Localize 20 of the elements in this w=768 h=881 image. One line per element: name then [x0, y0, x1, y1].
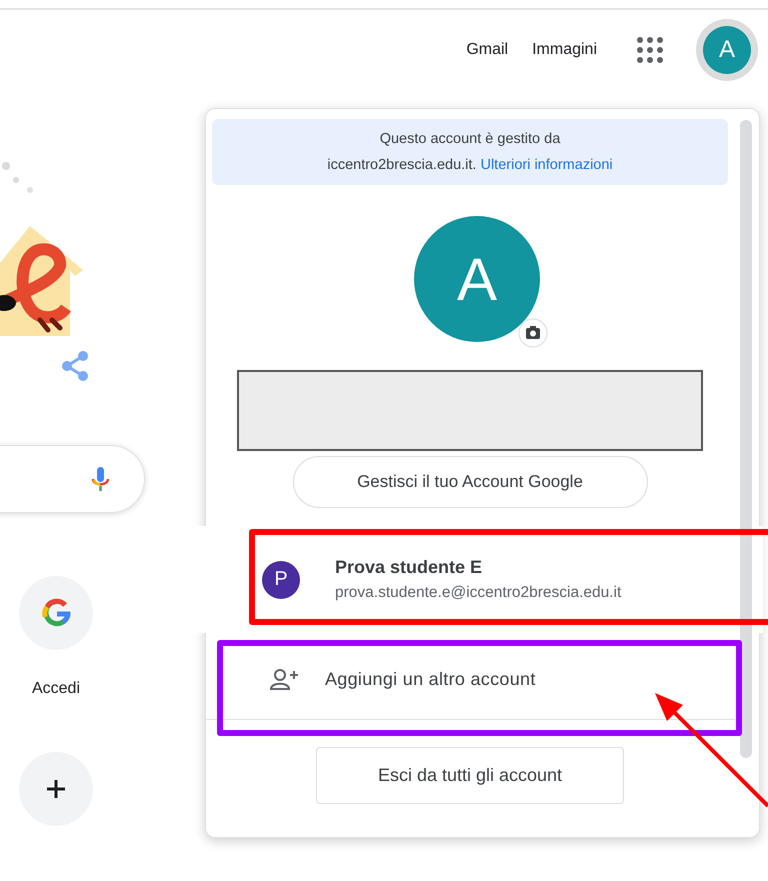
camera-icon[interactable]	[518, 318, 548, 348]
google-logo-icon	[41, 598, 71, 628]
more-info-link[interactable]: Ulteriori informazioni	[480, 157, 613, 173]
account-name: Prova studente E	[335, 557, 484, 578]
managed-account-notice: Questo account è gestito da iccentro2brescia.edu.it. Ulteriori informazioni	[212, 119, 728, 185]
account-email: prova.studente.e@iccentro2brescia.edu.it	[335, 584, 622, 602]
plus-icon	[47, 780, 65, 798]
sign-out-all-button[interactable]: Esci da tutti gli account	[316, 747, 624, 804]
header-link[interactable]: Immagini	[532, 41, 597, 59]
account-avatar-button[interactable]: A	[696, 19, 758, 81]
shortcut-label: Accedi	[32, 680, 80, 699]
scrollbar[interactable]	[740, 120, 752, 758]
header-link[interactable]: Gmail	[466, 41, 508, 59]
add-person-icon	[270, 668, 300, 691]
microphone-icon[interactable]	[92, 467, 109, 491]
apps-grid-icon[interactable]	[637, 37, 663, 63]
share-icon[interactable]	[61, 350, 89, 382]
manage-account-button[interactable]: Gestisci il tuo Account Google	[292, 456, 648, 508]
search-field[interactable]	[0, 445, 145, 513]
account-avatar: P	[262, 560, 300, 598]
